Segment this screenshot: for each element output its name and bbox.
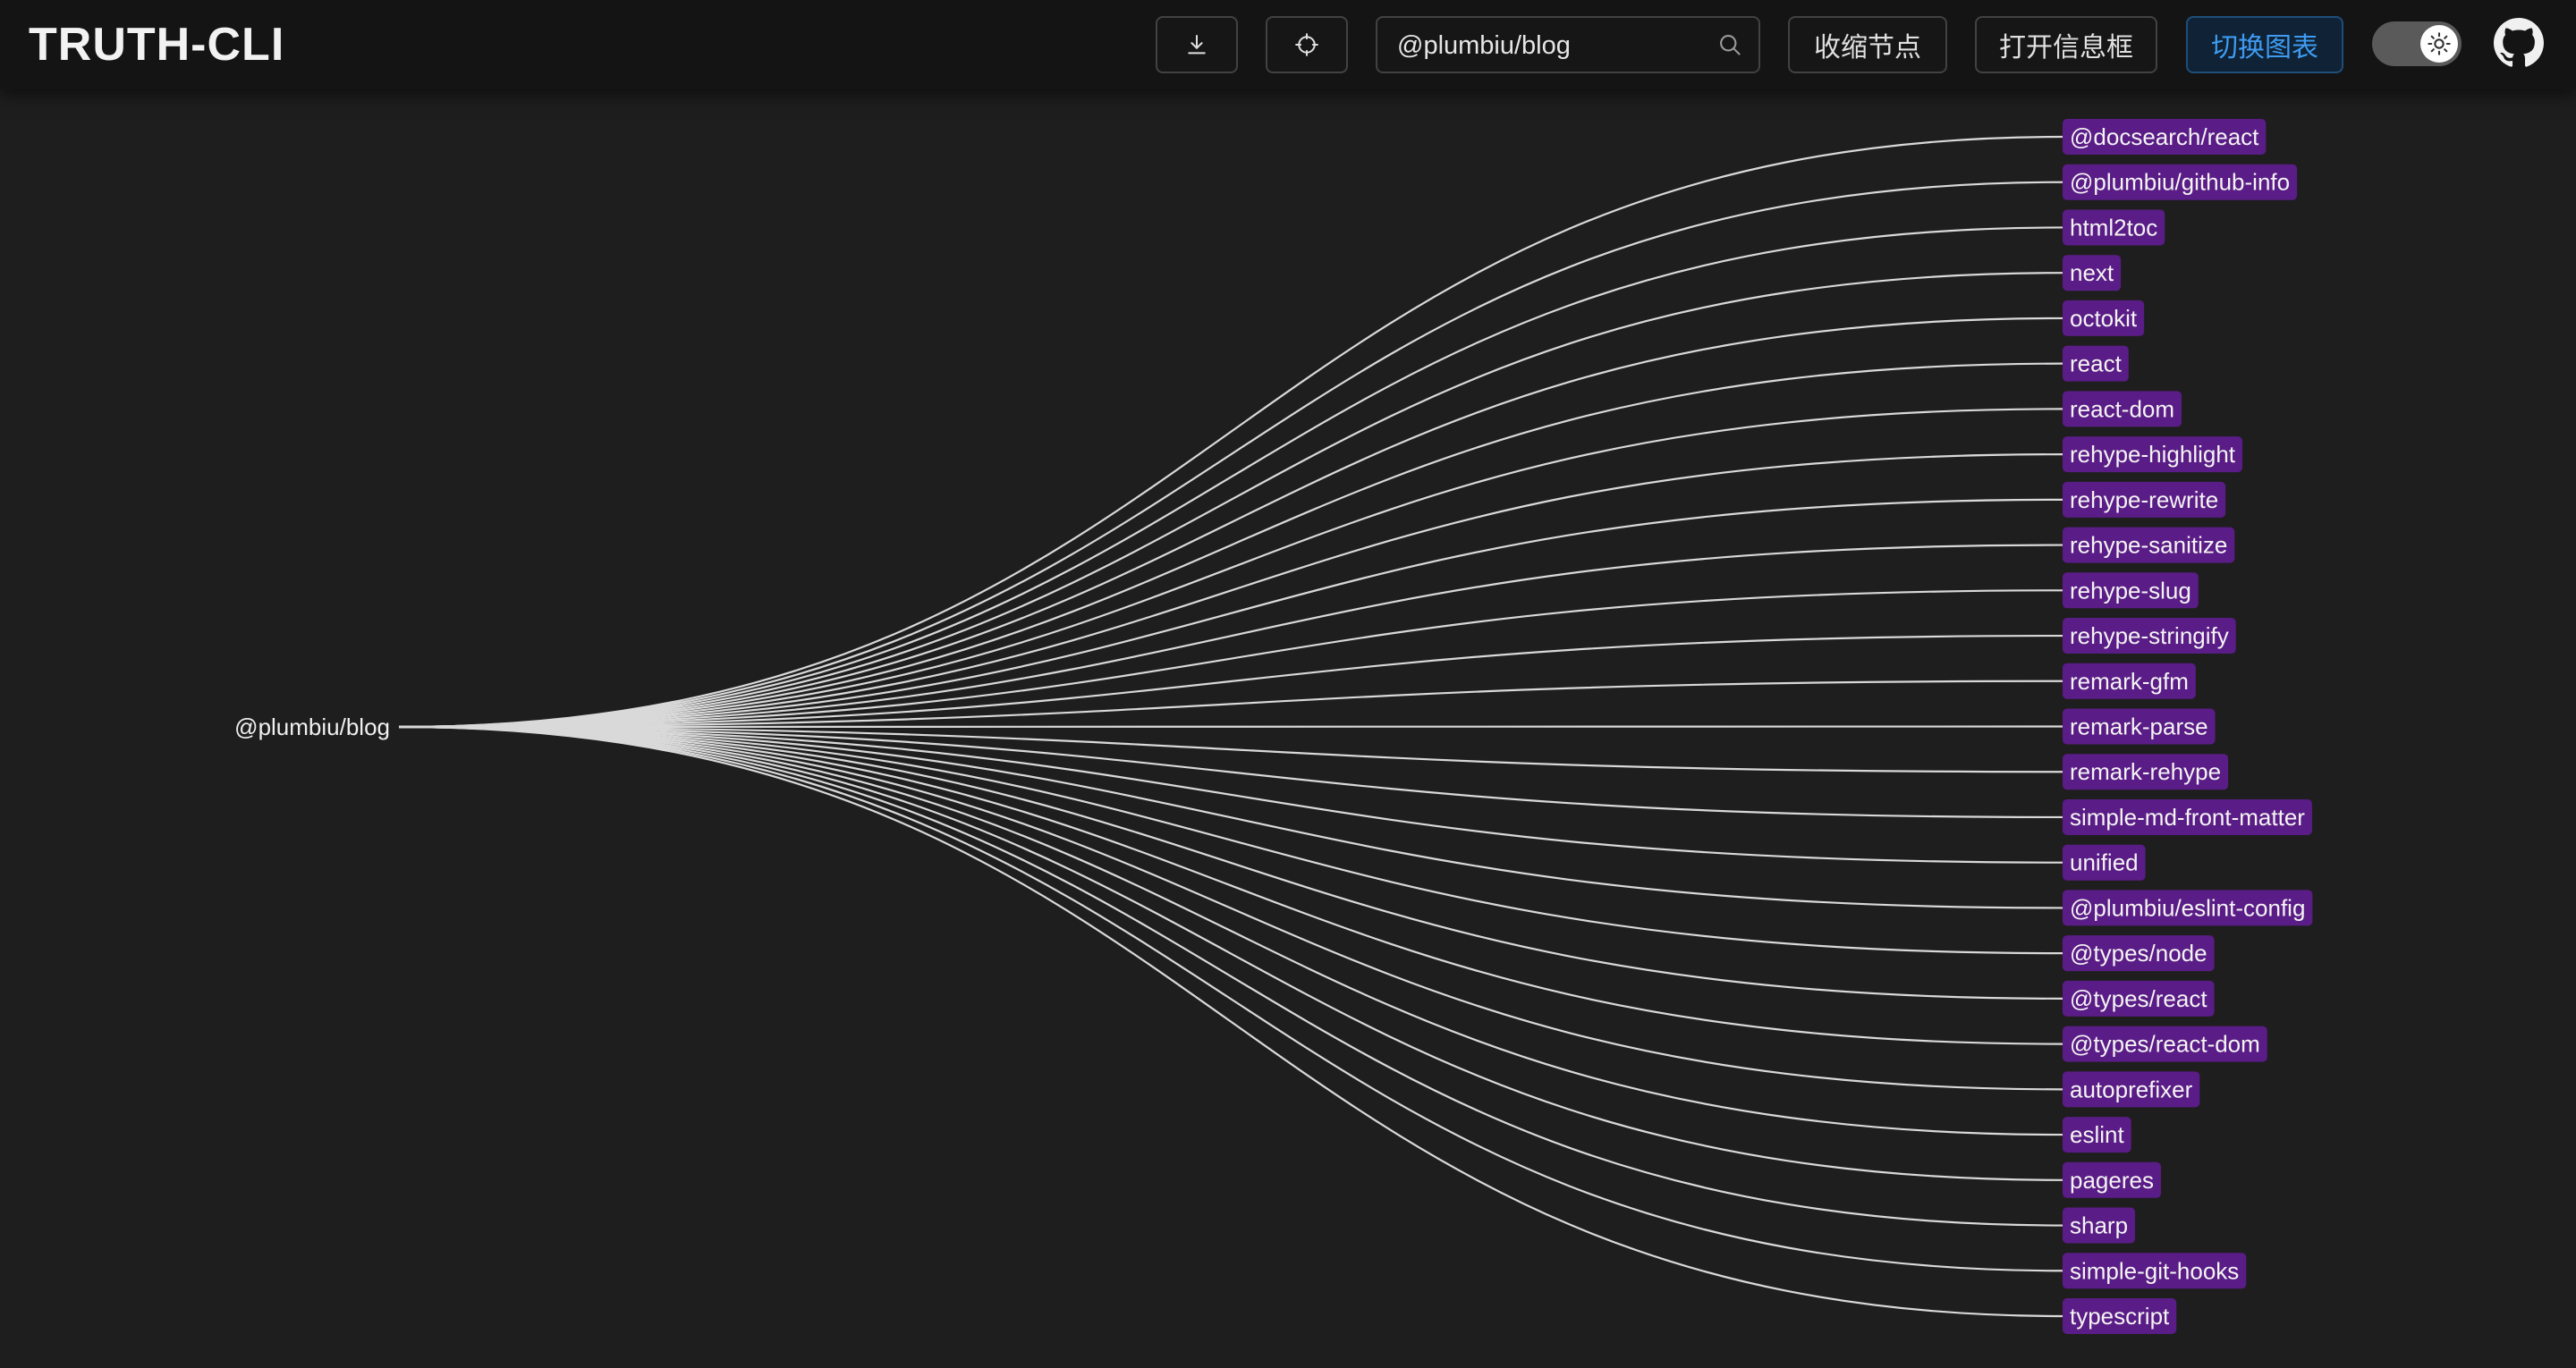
leaf-node-label: simple-md-front-matter: [2070, 804, 2305, 831]
leaf-node[interactable]: @types/react: [2063, 980, 2215, 1017]
leaf-node-label: @types/node: [2070, 940, 2207, 967]
leaf-node[interactable]: pageres: [2063, 1161, 2161, 1198]
leaf-node-group: @docsearch/react @plumbiu/github-info html…: [2063, 119, 2313, 1334]
root-node-label: @plumbiu/blog: [234, 714, 390, 740]
leaf-node[interactable]: html2toc: [2063, 209, 2165, 246]
dependency-link: [398, 544, 2063, 729]
leaf-node-label: react-dom: [2070, 395, 2174, 422]
leaf-node-label: @plumbiu/eslint-config: [2070, 894, 2305, 921]
leaf-node-label: eslint: [2070, 1121, 2124, 1148]
dependency-link: [398, 725, 2063, 909]
search-box: [1376, 16, 1760, 73]
leaf-node[interactable]: rehype-stringify: [2063, 618, 2236, 654]
root-node[interactable]: @plumbiu/blog: [234, 714, 390, 740]
leaf-node[interactable]: remark-parse: [2063, 708, 2216, 745]
leaf-node-label: rehype-slug: [2070, 577, 2191, 604]
leaf-node-label: rehype-highlight: [2070, 441, 2236, 468]
dependency-link: [398, 453, 2063, 729]
leaf-node[interactable]: rehype-highlight: [2063, 436, 2243, 473]
dependency-link: [398, 725, 2063, 1091]
leaf-node[interactable]: simple-git-hooks: [2063, 1253, 2247, 1289]
leaf-node-label: next: [2070, 259, 2114, 286]
leaf-node-label: remark-parse: [2070, 714, 2208, 740]
leaf-node[interactable]: remark-gfm: [2063, 663, 2196, 699]
leaf-node[interactable]: @types/react-dom: [2063, 1026, 2267, 1062]
switch-chart-button[interactable]: 切换图表: [2186, 16, 2343, 73]
leaf-node-label: @plumbiu/github-info: [2070, 169, 2290, 196]
leaf-node[interactable]: react: [2063, 345, 2129, 382]
leaf-node[interactable]: sharp: [2063, 1207, 2136, 1244]
dependency-graph[interactable]: @docsearch/react @plumbiu/github-info html…: [0, 89, 2576, 1368]
dependency-link: [398, 181, 2063, 729]
open-info-button[interactable]: 打开信息框: [1975, 16, 2157, 73]
leaf-node[interactable]: next: [2063, 255, 2122, 291]
leaf-node-label: simple-git-hooks: [2070, 1257, 2239, 1284]
download-icon: [1188, 35, 1206, 55]
leaf-node[interactable]: octokit: [2063, 300, 2145, 336]
search-input[interactable]: [1395, 18, 1712, 73]
locate-icon: [1295, 33, 1318, 56]
dependency-link: [398, 725, 2063, 1227]
dependency-link: [398, 498, 2063, 729]
dependency-link: [398, 317, 2063, 729]
leaf-node[interactable]: autoprefixer: [2063, 1071, 2200, 1108]
leaf-node-label: unified: [2070, 849, 2139, 876]
leaf-node[interactable]: @plumbiu/eslint-config: [2063, 890, 2313, 926]
leaf-node-label: rehype-sanitize: [2070, 532, 2227, 559]
leaf-node[interactable]: @types/node: [2063, 935, 2215, 972]
leaf-node-label: html2toc: [2070, 214, 2157, 241]
leaf-node[interactable]: typescript: [2063, 1298, 2177, 1334]
leaf-node[interactable]: unified: [2063, 844, 2146, 881]
leaf-node-label: rehype-rewrite: [2070, 486, 2218, 513]
app-root: TRUTH-CLI 收缩节点 打开信息框 切换图表: [0, 0, 2576, 1368]
leaf-node[interactable]: @docsearch/react: [2063, 119, 2267, 155]
leaf-node-label: remark-rehype: [2070, 758, 2221, 785]
leaf-node-label: octokit: [2070, 305, 2138, 332]
dependency-link: [398, 725, 2063, 1136]
sun-icon: [2428, 32, 2451, 55]
leaf-node-label: pageres: [2070, 1167, 2154, 1194]
leaf-node-label: rehype-stringify: [2070, 622, 2229, 649]
dependency-link: [398, 725, 2063, 729]
graph-canvas[interactable]: @docsearch/react @plumbiu/github-info html…: [0, 89, 2576, 1368]
dependency-link: [398, 725, 2063, 1318]
dependency-link: [398, 725, 2063, 1272]
leaf-node-label: sharp: [2070, 1212, 2128, 1239]
leaf-node-label: react: [2070, 350, 2123, 377]
link-group: [398, 135, 2063, 1318]
leaf-node[interactable]: @plumbiu/github-info: [2063, 164, 2298, 200]
dependency-link: [398, 362, 2063, 729]
leaf-node-label: typescript: [2070, 1303, 2170, 1330]
leaf-node[interactable]: simple-md-front-matter: [2063, 798, 2312, 835]
github-icon[interactable]: [2494, 18, 2544, 68]
leaf-node[interactable]: remark-rehype: [2063, 754, 2229, 790]
theme-toggle[interactable]: [2372, 21, 2462, 66]
leaf-node[interactable]: rehype-sanitize: [2063, 527, 2235, 563]
download-button[interactable]: [1156, 16, 1238, 73]
leaf-node[interactable]: rehype-slug: [2063, 572, 2199, 609]
leaf-node-label: remark-gfm: [2070, 668, 2189, 695]
dependency-link: [398, 226, 2063, 729]
top-bar: TRUTH-CLI 收缩节点 打开信息框 切换图表: [0, 0, 2576, 89]
dependency-link: [398, 408, 2063, 729]
leaf-node[interactable]: rehype-rewrite: [2063, 481, 2226, 518]
leaf-node-label: @docsearch/react: [2070, 123, 2259, 150]
leaf-node-label: autoprefixer: [2070, 1076, 2193, 1102]
leaf-node-label: @types/react-dom: [2070, 1031, 2260, 1058]
collapse-nodes-button[interactable]: 收缩节点: [1788, 16, 1947, 73]
app-logo: TRUTH-CLI: [29, 19, 285, 71]
toggle-knob: [2420, 25, 2458, 63]
leaf-node-label: @types/react: [2070, 985, 2207, 1012]
search-icon[interactable]: [1717, 32, 1742, 57]
dependency-link: [398, 725, 2063, 1000]
leaf-node[interactable]: eslint: [2063, 1117, 2131, 1153]
dependency-link: [398, 725, 2063, 1045]
locate-button[interactable]: [1266, 16, 1348, 73]
dependency-link: [398, 725, 2063, 955]
leaf-node[interactable]: react-dom: [2063, 391, 2182, 427]
